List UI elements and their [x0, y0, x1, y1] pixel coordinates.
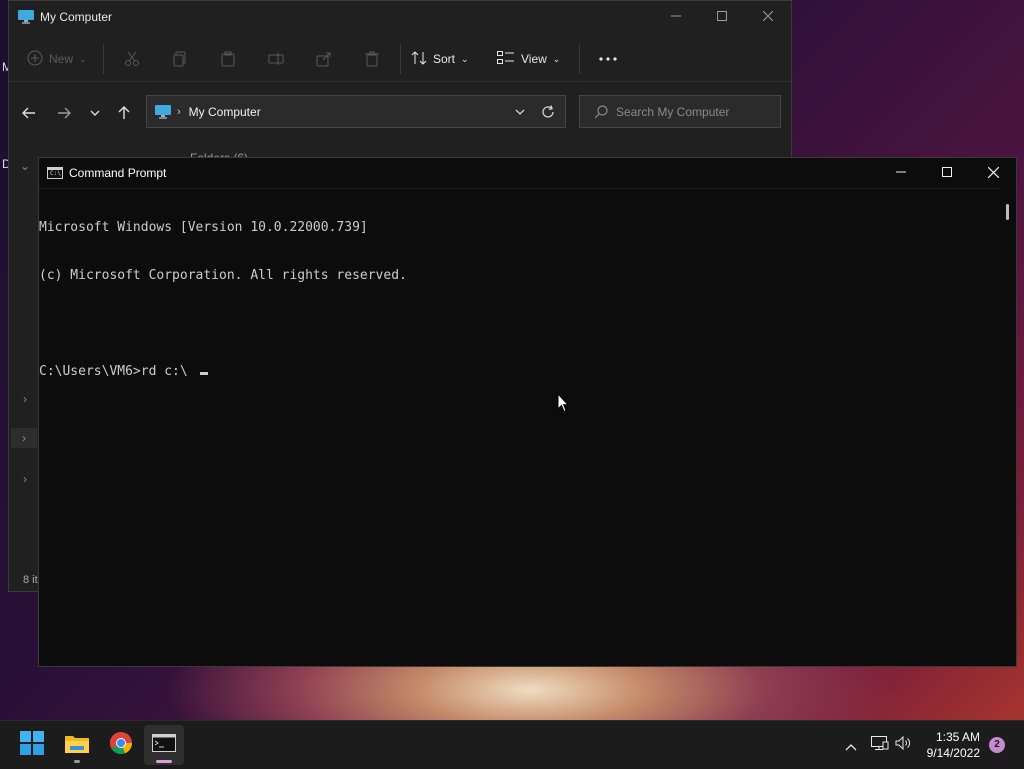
terminal-icon	[152, 733, 176, 757]
notification-badge[interactable]: 2	[989, 737, 1005, 753]
command-prompt-icon: C:\	[47, 167, 63, 179]
mouse-pointer-icon	[557, 392, 570, 418]
divider	[579, 44, 580, 74]
console-output[interactable]: Microsoft Windows [Version 10.0.22000.73…	[39, 188, 1000, 666]
clock-date: 9/14/2022	[926, 746, 980, 760]
taskbar-chrome[interactable]	[101, 725, 141, 765]
active-indicator	[156, 760, 172, 763]
divider	[400, 44, 401, 74]
network-icon[interactable]	[871, 736, 889, 755]
sort-label: Sort	[433, 52, 456, 66]
address-bar[interactable]: › My Computer	[146, 95, 566, 128]
scrollbar[interactable]	[1000, 188, 1016, 666]
console-line: C:\Users\VM6>rd c:\	[39, 364, 196, 379]
new-button[interactable]: New ⌄	[27, 43, 99, 75]
forward-arrow-icon[interactable]	[50, 95, 78, 131]
back-arrow-icon[interactable]	[15, 95, 43, 131]
windows-logo-icon	[20, 730, 44, 760]
view-button[interactable]: View ⌄	[497, 43, 575, 75]
command-prompt-window[interactable]: C:\ Command Prompt Microsoft Windows [Ve…	[38, 157, 1017, 667]
breadcrumb[interactable]: My Computer	[189, 105, 261, 119]
refresh-icon[interactable]	[541, 104, 555, 119]
more-options-icon[interactable]	[584, 43, 632, 75]
paste-icon[interactable]	[204, 43, 252, 75]
explorer-title: My Computer	[40, 10, 113, 24]
chevron-right-icon[interactable]: ›	[19, 472, 31, 486]
chrome-icon	[109, 731, 133, 760]
minimize-button[interactable]	[878, 158, 924, 186]
rename-icon[interactable]	[252, 43, 300, 75]
chevron-right-icon[interactable]: ›	[19, 392, 31, 406]
chevron-down-icon: ⌄	[79, 53, 87, 64]
recent-locations-chevron-icon[interactable]	[81, 95, 109, 131]
cmd-title: Command Prompt	[69, 166, 167, 180]
search-input[interactable]: Search My Computer	[579, 95, 781, 128]
chevron-down-icon: ⌄	[461, 53, 469, 64]
maximize-button[interactable]	[924, 158, 970, 186]
plus-circle-icon	[27, 50, 43, 69]
command-bar: New ⌄ Sort ⌄ View ⌄	[9, 37, 791, 82]
explorer-titlebar[interactable]: My Computer	[9, 1, 791, 33]
chevron-right-icon[interactable]: ›	[11, 428, 37, 448]
maximize-button[interactable]	[699, 1, 745, 31]
up-arrow-icon[interactable]	[110, 95, 138, 131]
divider	[103, 44, 104, 74]
clock-time: 1:35 AM	[935, 730, 980, 744]
computer-icon	[155, 104, 171, 119]
scrollbar-thumb[interactable]	[1006, 204, 1009, 220]
minimize-button[interactable]	[653, 1, 699, 31]
clock[interactable]: 1:35 AM 9/14/2022	[927, 729, 980, 761]
taskbar: 1:35 AM 9/14/2022 2	[0, 720, 1024, 769]
chevron-down-icon: ⌄	[552, 53, 561, 64]
cut-icon[interactable]	[108, 43, 156, 75]
chevron-down-icon[interactable]	[515, 109, 525, 115]
volume-icon[interactable]	[895, 735, 913, 755]
sort-button[interactable]: Sort ⌄	[411, 43, 491, 75]
breadcrumb-chevron-icon: ›	[177, 105, 181, 118]
delete-icon[interactable]	[348, 43, 396, 75]
close-button[interactable]	[970, 158, 1016, 186]
computer-icon	[18, 10, 34, 24]
view-label: View	[521, 52, 547, 66]
running-indicator	[74, 760, 80, 763]
address-row: › My Computer Search My Computer	[9, 95, 791, 131]
folder-icon	[64, 732, 90, 759]
start-button[interactable]	[12, 725, 52, 765]
status-item-count: 8 it	[23, 574, 38, 586]
text-cursor	[199, 372, 208, 375]
console-line: (c) Microsoft Corporation. All rights re…	[39, 268, 407, 283]
sort-icon	[411, 50, 427, 69]
console-line: Microsoft Windows [Version 10.0.22000.73…	[39, 220, 368, 235]
copy-icon[interactable]	[156, 43, 204, 75]
cmd-titlebar[interactable]: C:\ Command Prompt	[39, 158, 1016, 189]
console-prompt-line[interactable]: C:\Users\VM6>rd c:\	[39, 364, 1000, 380]
share-icon[interactable]	[300, 43, 348, 75]
chevron-down-icon[interactable]: ⌄	[19, 159, 31, 173]
taskbar-command-prompt[interactable]	[144, 725, 184, 765]
view-icon	[497, 50, 515, 68]
show-hidden-icons-chevron-icon[interactable]	[845, 738, 857, 756]
search-placeholder: Search My Computer	[616, 104, 730, 119]
taskbar-file-explorer[interactable]	[57, 725, 97, 765]
new-label: New	[49, 52, 74, 66]
search-icon	[594, 104, 608, 119]
close-button[interactable]	[745, 1, 791, 31]
